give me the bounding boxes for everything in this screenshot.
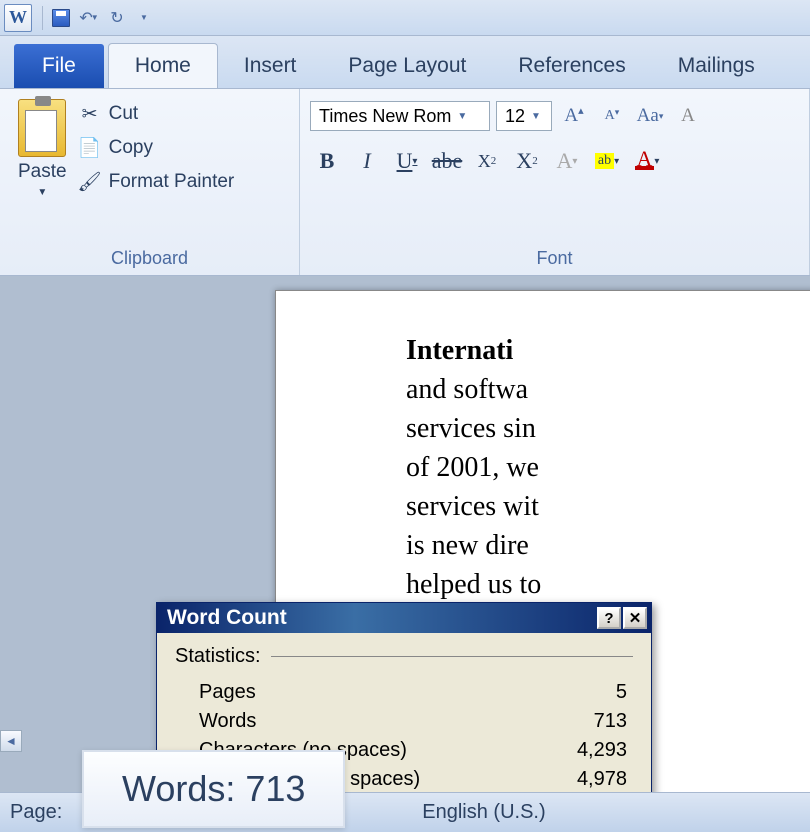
cut-icon: ✂	[79, 103, 101, 125]
font-group-label: Font	[310, 244, 799, 273]
tab-references[interactable]: References	[492, 44, 651, 88]
chevron-down-icon: ▼	[457, 111, 467, 122]
separator	[42, 6, 43, 30]
divider	[271, 656, 633, 657]
bold-button[interactable]: B	[310, 145, 344, 177]
status-language[interactable]: English (U.S.)	[422, 801, 545, 824]
italic-button[interactable]: I	[350, 145, 384, 177]
ribbon-tabs: File Home Insert Page Layout References …	[0, 36, 810, 88]
scroll-left-button[interactable]: ◄	[0, 730, 22, 752]
subscript-button[interactable]: X2	[470, 145, 504, 177]
redo-icon: ↻	[110, 8, 123, 28]
stat-words: Words 713	[175, 707, 633, 736]
document-area: Internati and softwa services sin of 200…	[0, 276, 810, 792]
chevron-down-icon: ▼	[531, 111, 541, 122]
tab-file[interactable]: File	[14, 44, 104, 88]
stat-pages: Pages 5	[175, 678, 633, 707]
font-name-dropdown[interactable]: Times New Rom ▼	[310, 101, 490, 131]
stat-value: 713	[594, 710, 627, 733]
shrink-font-button[interactable]: A▾	[596, 101, 628, 131]
word-app-icon[interactable]: W	[4, 4, 32, 32]
format-painter-button[interactable]: 🖌 Format Painter	[79, 171, 235, 193]
tab-mailings[interactable]: Mailings	[652, 44, 781, 88]
doc-title-frag: Internati	[406, 335, 513, 366]
save-icon	[52, 9, 70, 27]
underline-button[interactable]: U▾	[390, 145, 424, 177]
format-painter-label: Format Painter	[109, 171, 235, 193]
doc-line: and softwa	[406, 374, 528, 405]
group-font: Times New Rom ▼ 12 ▼ A▴ A▾ Aa▾ A B I U▾ …	[300, 89, 810, 275]
tab-page-layout[interactable]: Page Layout	[322, 44, 492, 88]
superscript-button[interactable]: X2	[510, 145, 544, 177]
paste-icon	[18, 99, 66, 157]
doc-line: services sin	[406, 413, 536, 444]
tab-insert[interactable]: Insert	[218, 44, 323, 88]
font-size-value: 12	[505, 106, 525, 127]
stat-value: 4,293	[577, 739, 627, 762]
stat-label: Pages	[199, 681, 256, 704]
stat-value: 5	[616, 681, 627, 704]
clear-formatting-button[interactable]: A	[672, 101, 704, 131]
cut-button[interactable]: ✂ Cut	[79, 103, 235, 125]
text-effects-button[interactable]: A▾	[550, 145, 584, 177]
undo-button[interactable]: ↶▼	[75, 4, 103, 32]
format-painter-icon: 🖌	[79, 171, 101, 193]
words-callout: Words: 713	[82, 750, 345, 828]
undo-dropdown-icon: ▼	[91, 13, 99, 22]
change-case-button[interactable]: Aa▾	[634, 101, 666, 131]
quick-access-toolbar: W ↶▼ ↻ ▼	[0, 0, 810, 36]
doc-line: services wit	[406, 491, 539, 522]
stat-value: 4,978	[577, 768, 627, 791]
copy-icon: 📄	[79, 137, 101, 159]
status-page-label[interactable]: Page:	[10, 801, 62, 824]
highlight-button[interactable]: ab▾	[590, 145, 624, 177]
chevron-down-icon: ▼	[140, 13, 148, 22]
strikethrough-button[interactable]: abe	[430, 145, 464, 177]
words-callout-text: Words: 713	[122, 768, 305, 809]
tab-home[interactable]: Home	[108, 43, 218, 88]
save-button[interactable]	[47, 4, 75, 32]
paste-button[interactable]: Paste ▼	[10, 95, 75, 244]
paste-label: Paste	[18, 161, 67, 183]
font-size-dropdown[interactable]: 12 ▼	[496, 101, 552, 131]
paste-dropdown-icon: ▼	[37, 187, 47, 198]
doc-line: of 2001, we	[406, 452, 539, 483]
statistics-header: Statistics:	[175, 645, 261, 668]
dialog-close-button[interactable]: ✕	[623, 607, 647, 629]
cut-label: Cut	[109, 103, 139, 125]
dialog-title-text: Word Count	[167, 606, 287, 630]
group-clipboard: Paste ▼ ✂ Cut 📄 Copy 🖌 Format Painter Cl…	[0, 89, 300, 275]
font-color-button[interactable]: A▾	[630, 145, 664, 177]
ribbon: Paste ▼ ✂ Cut 📄 Copy 🖌 Format Painter Cl…	[0, 88, 810, 276]
dialog-help-button[interactable]: ?	[597, 607, 621, 629]
clipboard-group-label: Clipboard	[10, 244, 289, 273]
doc-line: is new dire	[406, 530, 529, 561]
word-letter: W	[9, 7, 27, 28]
dialog-titlebar[interactable]: Word Count ? ✕	[157, 603, 651, 633]
font-name-value: Times New Rom	[319, 106, 451, 127]
copy-label: Copy	[109, 137, 153, 159]
qat-customize-button[interactable]: ▼	[131, 4, 159, 32]
grow-font-button[interactable]: A▴	[558, 101, 590, 131]
copy-button[interactable]: 📄 Copy	[79, 137, 235, 159]
stat-label: Words	[199, 710, 256, 733]
doc-line: helped us to	[406, 569, 541, 600]
redo-button[interactable]: ↻	[103, 4, 131, 32]
